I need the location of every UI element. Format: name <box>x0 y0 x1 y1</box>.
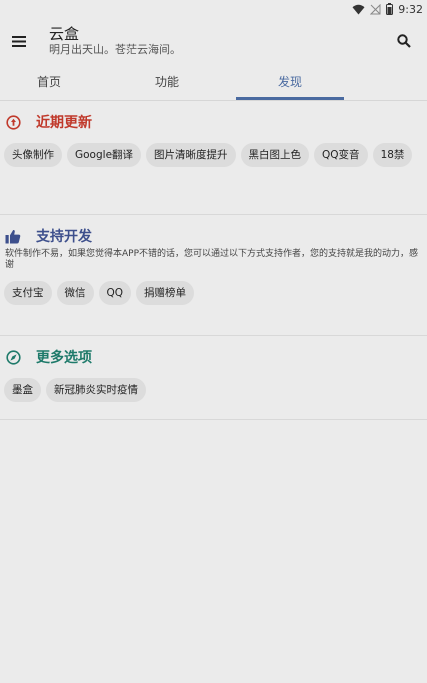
section-header: 近期更新 <box>0 101 427 143</box>
chip-alipay[interactable]: 支付宝 <box>4 281 52 305</box>
app-subtitle: 明月出天山。苍茫云海间。 <box>49 43 181 56</box>
chip-wechat[interactable]: 微信 <box>56 281 94 305</box>
chip-avatar-maker[interactable]: 头像制作 <box>4 143 62 167</box>
section-title: 支持开发 <box>36 229 92 245</box>
tab-discover[interactable]: 发现 <box>236 64 344 100</box>
chip-group: 支付宝 微信 QQ 捐赠榜单 <box>0 281 427 314</box>
chip-group: 墨盒 新冠肺炎实时疫情 <box>0 378 427 411</box>
hamburger-menu-icon <box>12 35 26 47</box>
no-signal-icon <box>370 3 381 15</box>
section-title: 近期更新 <box>36 115 92 131</box>
status-bar: 9:32 <box>0 0 427 18</box>
app-title: 云盒 <box>49 25 80 43</box>
chip-18-restricted[interactable]: 18禁 <box>372 143 413 167</box>
support-description: 软件制作不易，如果您觉得本APP不错的话，您可以通过以下方式支持作者，您的支持就… <box>5 249 419 270</box>
app-bar: 云盒 明月出天山。苍茫云海间。 <box>0 18 427 64</box>
search-icon <box>397 34 411 48</box>
tab-home[interactable]: 首页 <box>0 64 98 100</box>
chip-colorize[interactable]: 黑白图上色 <box>240 143 310 167</box>
section-recent-updates: 近期更新 头像制作 Google翻译 图片清晰度提升 黑白图上色 QQ变音 18… <box>0 101 427 215</box>
wifi-icon <box>352 4 365 15</box>
chip-covid-tracker[interactable]: 新冠肺炎实时疫情 <box>46 378 146 402</box>
chip-group: 头像制作 Google翻译 图片清晰度提升 黑白图上色 QQ变音 18禁 <box>0 143 427 176</box>
section-more-options: 更多选项 墨盒 新冠肺炎实时疫情 <box>0 336 427 420</box>
status-time: 9:32 <box>398 2 423 16</box>
section-title: 更多选项 <box>36 350 92 366</box>
chip-image-enhance[interactable]: 图片清晰度提升 <box>146 143 236 167</box>
compass-icon <box>5 349 21 365</box>
search-button[interactable] <box>387 24 421 58</box>
arrow-up-circle-icon <box>5 114 21 130</box>
thumbs-up-icon <box>5 228 21 244</box>
chip-donation-list[interactable]: 捐赠榜单 <box>136 281 195 305</box>
section-header: 更多选项 <box>0 336 427 378</box>
chip-google-translate[interactable]: Google翻译 <box>67 143 142 167</box>
chip-qq[interactable]: QQ <box>98 281 132 305</box>
battery-icon <box>386 3 394 15</box>
app-titles: 云盒 明月出天山。苍茫云海间。 <box>49 25 181 57</box>
tab-bar: 首页 功能 发现 <box>0 64 427 100</box>
chip-qq-voice-changer[interactable]: QQ变音 <box>314 143 368 167</box>
chip-ink-box[interactable]: 墨盒 <box>4 378 41 402</box>
menu-button[interactable] <box>2 24 36 58</box>
section-support-development: 支持开发 软件制作不易，如果您觉得本APP不错的话，您可以通过以下方式支持作者，… <box>0 215 427 336</box>
tab-features[interactable]: 功能 <box>98 64 236 100</box>
